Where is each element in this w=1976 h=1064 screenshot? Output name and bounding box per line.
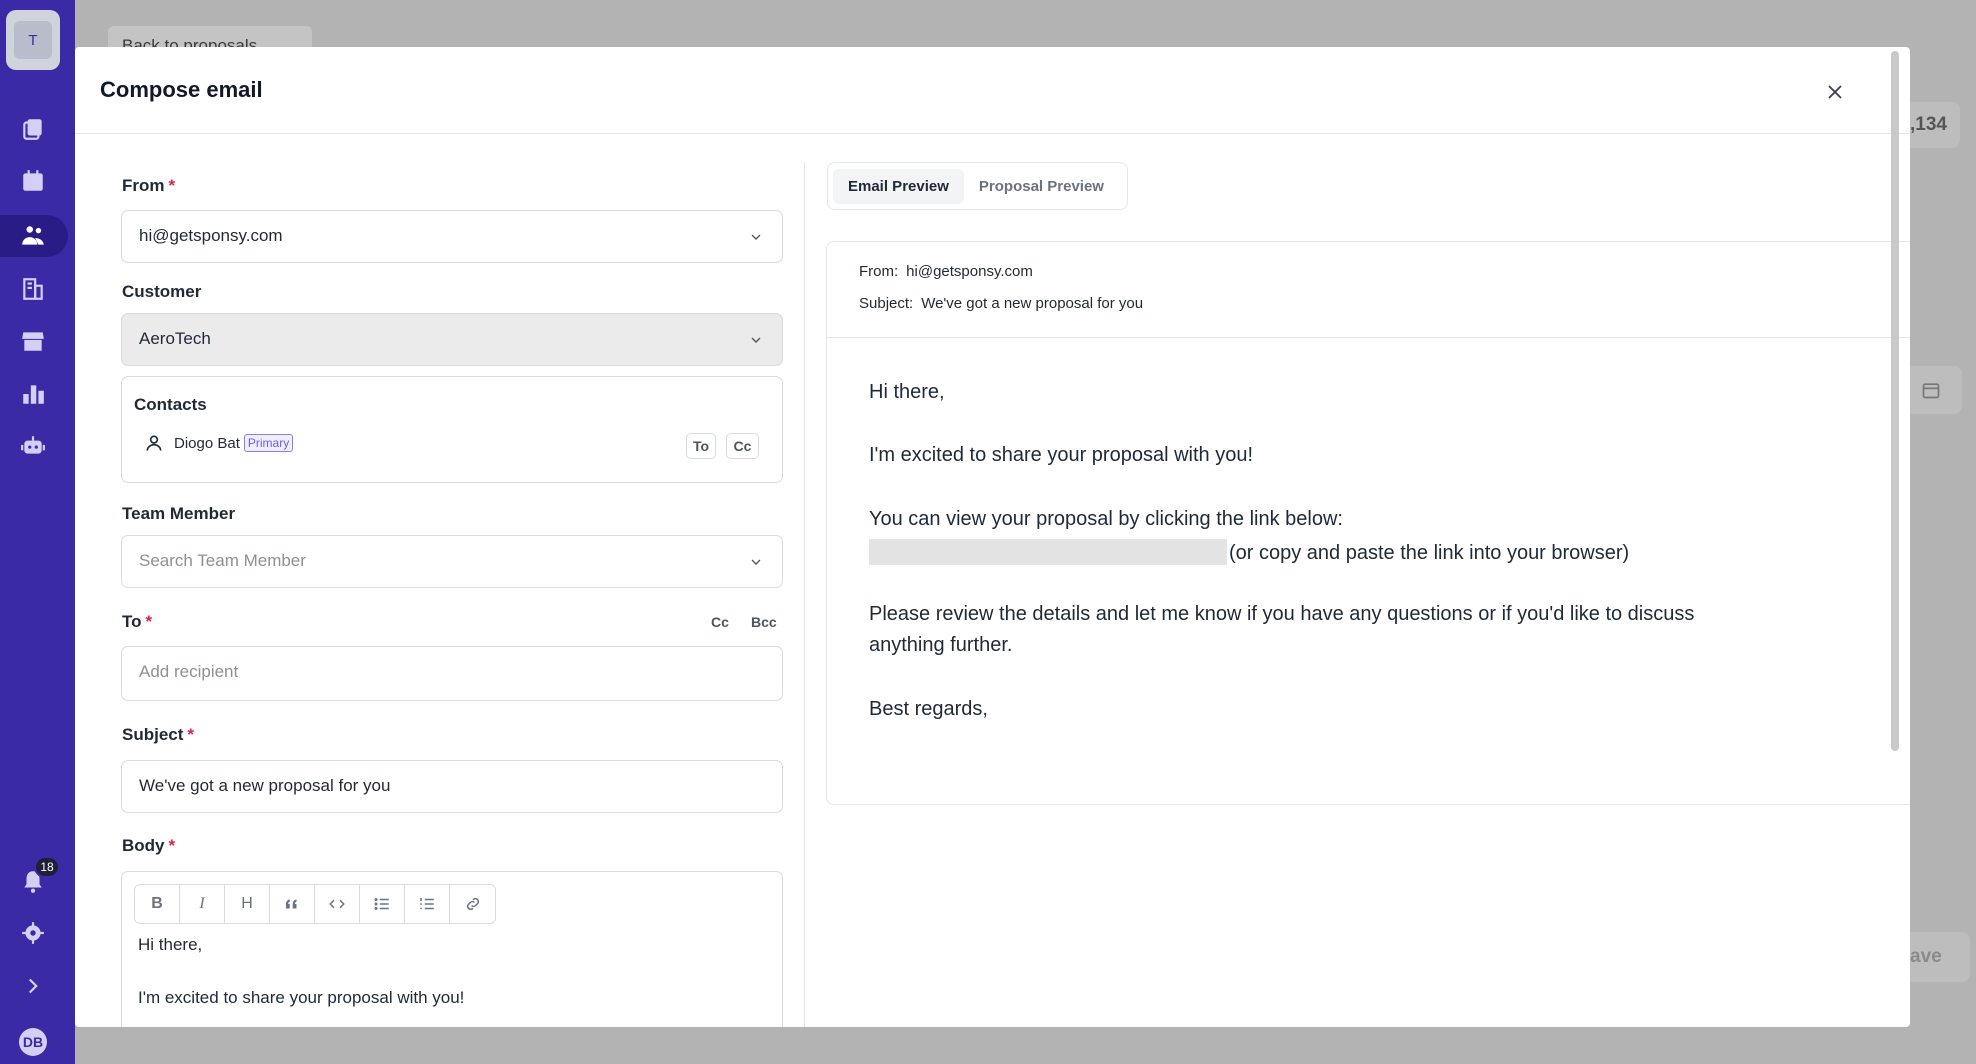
- preview-line-intro: I'm excited to share your proposal with …: [869, 444, 1254, 466]
- building-icon[interactable]: [18, 274, 48, 304]
- bar-chart-icon[interactable]: [18, 379, 48, 409]
- preview-link-line: (or copy and paste the link into your br…: [869, 539, 1629, 565]
- compose-email-modal: Compose email From * hi@getsponsy.com Cus…: [75, 47, 1910, 1027]
- ordered-list-icon: [420, 898, 434, 910]
- preview-line-view: You can view your proposal by clicking t…: [869, 508, 1343, 530]
- tab-email-preview[interactable]: Email Preview: [833, 168, 964, 204]
- customer-label: Customer: [122, 282, 202, 301]
- robot-icon[interactable]: [18, 431, 48, 461]
- subject-input[interactable]: We've got a new proposal for you: [121, 760, 783, 813]
- preview-closing: Best regards,: [869, 698, 988, 720]
- deals-handshake-icon[interactable]: [18, 221, 48, 251]
- modal-scrollbar[interactable]: [1889, 47, 1901, 1027]
- bullet-list-button[interactable]: [360, 885, 405, 923]
- preview-line-review: Please review the details and let me kno…: [869, 603, 1695, 625]
- preview-tabs: Email Preview Proposal Preview: [827, 162, 1128, 210]
- preview-header: From: hi@getsponsy.com Subject: We've got …: [827, 242, 1910, 338]
- contact-cc-button[interactable]: Cc: [726, 433, 759, 459]
- subject-label: Subject *: [122, 725, 195, 744]
- preview-subject: Subject: We've got a new proposal for you: [859, 295, 1144, 312]
- to-label: To *: [122, 612, 153, 631]
- customer-value: AeroTech: [139, 329, 211, 348]
- body-label: Body *: [122, 836, 176, 855]
- modal-header: Compose email: [75, 47, 1910, 134]
- workspace-initial: T: [14, 21, 52, 59]
- store-icon[interactable]: [18, 326, 48, 356]
- primary-badge: Primary: [243, 434, 294, 452]
- body-editor[interactable]: B I H Hi there, I'm excited to share you…: [121, 871, 783, 1027]
- workspace-switcher[interactable]: T: [6, 10, 60, 70]
- cc-toggle[interactable]: Cc: [711, 614, 729, 630]
- gear-icon[interactable]: [18, 918, 48, 948]
- proposal-link[interactable]: [869, 539, 1227, 565]
- team-member-placeholder: Search Team Member: [139, 551, 306, 570]
- body-line-intro: I'm excited to share your proposal with …: [138, 988, 465, 1007]
- quote-button[interactable]: [270, 885, 315, 923]
- heading-button[interactable]: H: [225, 885, 270, 923]
- bullet-list-icon: [374, 898, 389, 910]
- to-placeholder: Add recipient: [139, 662, 239, 681]
- bcc-toggle[interactable]: Bcc: [751, 614, 777, 630]
- from-label: From *: [122, 176, 176, 195]
- contact-name: Diogo Bat: [174, 434, 240, 452]
- calendar-icon[interactable]: [18, 166, 48, 196]
- contacts-label: Contacts: [134, 395, 207, 414]
- preview-line-review-cont: anything further.: [869, 634, 1013, 656]
- sidebar: T 18 DB: [0, 0, 75, 1064]
- notifications-badge: 18: [34, 856, 60, 878]
- link-button[interactable]: [450, 885, 495, 923]
- close-icon[interactable]: [1822, 79, 1848, 105]
- to-recipient-input[interactable]: Add recipient: [121, 646, 783, 701]
- ordered-list-button[interactable]: [405, 885, 450, 923]
- italic-button[interactable]: I: [180, 885, 225, 923]
- chevron-down-icon: [751, 559, 761, 565]
- team-member-select[interactable]: Search Team Member: [121, 535, 783, 588]
- customer-select[interactable]: AeroTech: [121, 313, 783, 366]
- from-select[interactable]: hi@getsponsy.com: [121, 210, 783, 263]
- documents-icon[interactable]: [18, 114, 48, 144]
- chevron-down-icon: [751, 234, 761, 240]
- expand-chevron-icon[interactable]: [18, 971, 48, 1001]
- contacts-box: Contacts Diogo Bat Primary To Cc: [121, 376, 783, 483]
- code-button[interactable]: [315, 885, 360, 923]
- body-line-greeting: Hi there,: [138, 935, 203, 954]
- tab-proposal-preview[interactable]: Proposal Preview: [964, 169, 1119, 204]
- team-member-label: Team Member: [122, 504, 236, 523]
- preview-from: From: hi@getsponsy.com: [859, 263, 1033, 280]
- subject-value: We've got a new proposal for you: [139, 776, 391, 795]
- contact-to-button[interactable]: To: [686, 433, 716, 459]
- link-icon: [466, 897, 479, 911]
- scrollbar-thumb[interactable]: [1891, 51, 1899, 751]
- bold-button[interactable]: B: [135, 885, 180, 923]
- quote-icon: [286, 899, 297, 909]
- contact-row: Diogo Bat Primary: [144, 433, 294, 453]
- from-value: hi@getsponsy.com: [139, 226, 283, 245]
- chevron-down-icon: [751, 337, 761, 343]
- editor-toolbar: B I H: [134, 884, 496, 924]
- preview-greeting: Hi there,: [869, 381, 945, 403]
- user-avatar[interactable]: DB: [19, 1028, 47, 1056]
- code-icon: [329, 899, 345, 909]
- modal-title: Compose email: [100, 77, 263, 102]
- email-preview: From: hi@getsponsy.com Subject: We've got …: [826, 241, 1910, 805]
- column-divider: [804, 162, 805, 1027]
- user-icon: [146, 435, 162, 451]
